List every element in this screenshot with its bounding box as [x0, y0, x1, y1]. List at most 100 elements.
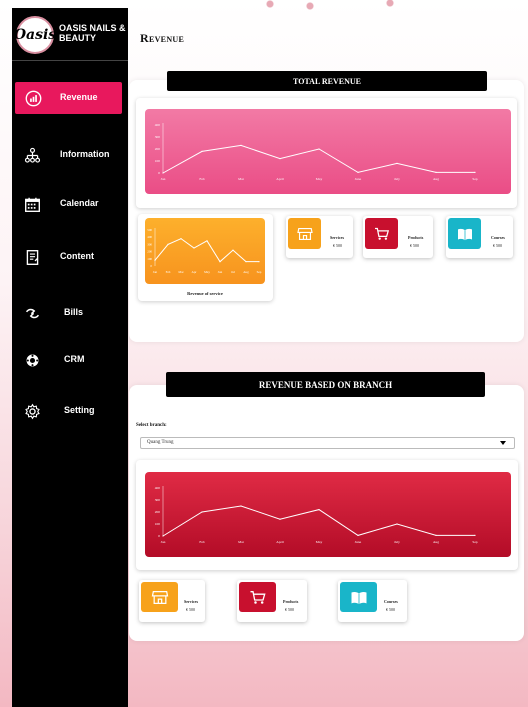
store-icon: [141, 582, 178, 612]
series-line: [162, 505, 475, 537]
sidebar-item-label: Bills: [64, 307, 84, 317]
x-tick-label: June: [355, 540, 362, 544]
data-point: [154, 259, 156, 261]
book-icon: [340, 582, 377, 612]
branch-select[interactable]: Quang Trung: [140, 437, 515, 449]
y-tick-label: 400: [155, 486, 161, 490]
y-tick-label: 300: [155, 135, 161, 139]
sidebar-item-bills[interactable]: Bills: [12, 297, 128, 329]
sidebar-item-setting[interactable]: Setting: [12, 395, 128, 427]
data-point: [435, 534, 437, 536]
data-point: [162, 172, 164, 174]
sidebar-item-label: Setting: [64, 405, 95, 415]
stat-title: Products: [408, 235, 424, 240]
data-point: [162, 535, 164, 537]
data-point: [193, 247, 195, 249]
brand-header: Oasis OASIS NAILS & BEAUTY: [12, 8, 128, 61]
branch-revenue-chart: 0 100 200 300 400 Jan Feb Mar April May June July Au…: [145, 472, 511, 557]
y-tick-label: 200: [155, 510, 161, 514]
x-tick-label: April: [276, 540, 283, 544]
x-tick-label: Feb: [199, 177, 205, 181]
data-point: [245, 261, 247, 263]
sidebar-item-label: Information: [60, 149, 110, 159]
x-tick-label: May: [204, 270, 210, 274]
x-tick-label: Jun: [218, 270, 223, 274]
x-tick-label: Jul: [231, 270, 235, 274]
y-tick-label: 400: [155, 123, 161, 127]
branch-stat-card-courses[interactable]: Courses € 500: [338, 580, 407, 622]
y-tick-label: 0: [150, 264, 152, 268]
hierarchy-icon: [24, 147, 41, 163]
stat-value: € 500: [333, 243, 342, 248]
branch-select-value: Quang Trung: [147, 440, 174, 445]
y-tick-label: 200: [155, 147, 161, 151]
data-point: [318, 509, 320, 511]
x-tick-label: May: [316, 177, 323, 181]
x-tick-label: Sep: [472, 177, 478, 181]
data-point: [279, 518, 281, 520]
sidebar-item-label: CRM: [64, 354, 85, 364]
sidebar-item-label: Calendar: [60, 198, 99, 208]
x-tick-label: July: [394, 177, 400, 181]
branch-revenue-line-chart: 0 100 200 300 400 Jan Feb Mar April May June July Au…: [155, 486, 478, 544]
data-point: [435, 171, 437, 173]
stat-title: Courses: [384, 599, 398, 604]
data-point: [201, 511, 203, 513]
data-point: [240, 505, 242, 507]
y-tick-label: 100: [155, 159, 161, 163]
brand-logo[interactable]: Oasis: [14, 16, 56, 54]
service-revenue-chart: 0 100 200 300 400 500 Jan Feb Mar Apr May Jun Jul Aug…: [145, 218, 265, 284]
stat-value: € 500: [386, 607, 395, 612]
data-point: [180, 238, 182, 240]
stat-card-services[interactable]: Services € 500: [286, 216, 353, 258]
x-tick-label: Mar: [238, 177, 245, 181]
y-tick-label: 500: [147, 228, 152, 232]
y-tick-label: 100: [147, 257, 152, 261]
y-tick-label: 200: [147, 250, 152, 254]
data-point: [201, 150, 203, 152]
crm-icon: [26, 354, 39, 367]
x-tick-label: Apr: [192, 270, 198, 274]
sidebar-item-label: Content: [60, 251, 94, 261]
total-revenue-chart: 0 100 200 300 400 Jan Feb Mar April May June July Au…: [145, 109, 511, 194]
gear-icon: [25, 403, 40, 420]
x-tick-label: Jan: [161, 177, 166, 181]
brand-name: OASIS NAILS & BEAUTY: [59, 23, 126, 43]
data-point: [206, 240, 208, 242]
calendar-icon: [25, 197, 40, 212]
sidebar-item-content[interactable]: Content: [12, 241, 128, 273]
total-revenue-line-chart: 0 100 200 300 400 Jan Feb Mar April May June July Au…: [155, 123, 478, 181]
stat-title: Courses: [491, 235, 505, 240]
branch-stat-card-products[interactable]: Products € 500: [237, 580, 307, 622]
x-tick-label: Aug: [433, 177, 439, 181]
data-point: [396, 523, 398, 525]
data-point: [318, 148, 320, 150]
x-tick-label: Aug: [433, 540, 439, 544]
sidebar-item-information[interactable]: Information: [12, 139, 128, 171]
select-branch-label: Select branch:: [136, 423, 167, 428]
sidebar-item-calendar[interactable]: Calendar: [12, 188, 128, 220]
stat-card-products[interactable]: Products € 500: [363, 216, 433, 258]
sidebar-item-crm[interactable]: CRM: [12, 344, 128, 376]
x-tick-label: May: [316, 540, 323, 544]
sidebar-item-label: Revenue: [60, 92, 98, 102]
cart-icon: [239, 582, 276, 612]
x-tick-label: Jan: [153, 270, 158, 274]
y-tick-label: 0: [158, 534, 160, 538]
sidebar-item-revenue[interactable]: Revenue: [15, 82, 122, 114]
book-icon: [448, 218, 481, 249]
stat-value: € 500: [186, 607, 195, 612]
series-line: [154, 238, 259, 263]
y-tick-label: 400: [147, 235, 152, 239]
bills-icon: [25, 308, 40, 319]
branch-revenue-banner: REVENUE BASED ON BRANCH: [166, 372, 485, 397]
sidebar: Oasis OASIS NAILS & BEAUTY Revenue Infor…: [12, 8, 128, 707]
page-title: Revenue: [140, 31, 185, 45]
chevron-down-icon: [500, 441, 506, 445]
stat-title: Services: [330, 235, 344, 240]
y-tick-label: 100: [155, 522, 161, 526]
stat-card-courses[interactable]: Courses € 500: [446, 216, 513, 258]
stat-value: € 500: [493, 243, 502, 248]
chart-icon: [25, 90, 42, 107]
branch-stat-card-services[interactable]: Services € 500: [139, 580, 205, 622]
